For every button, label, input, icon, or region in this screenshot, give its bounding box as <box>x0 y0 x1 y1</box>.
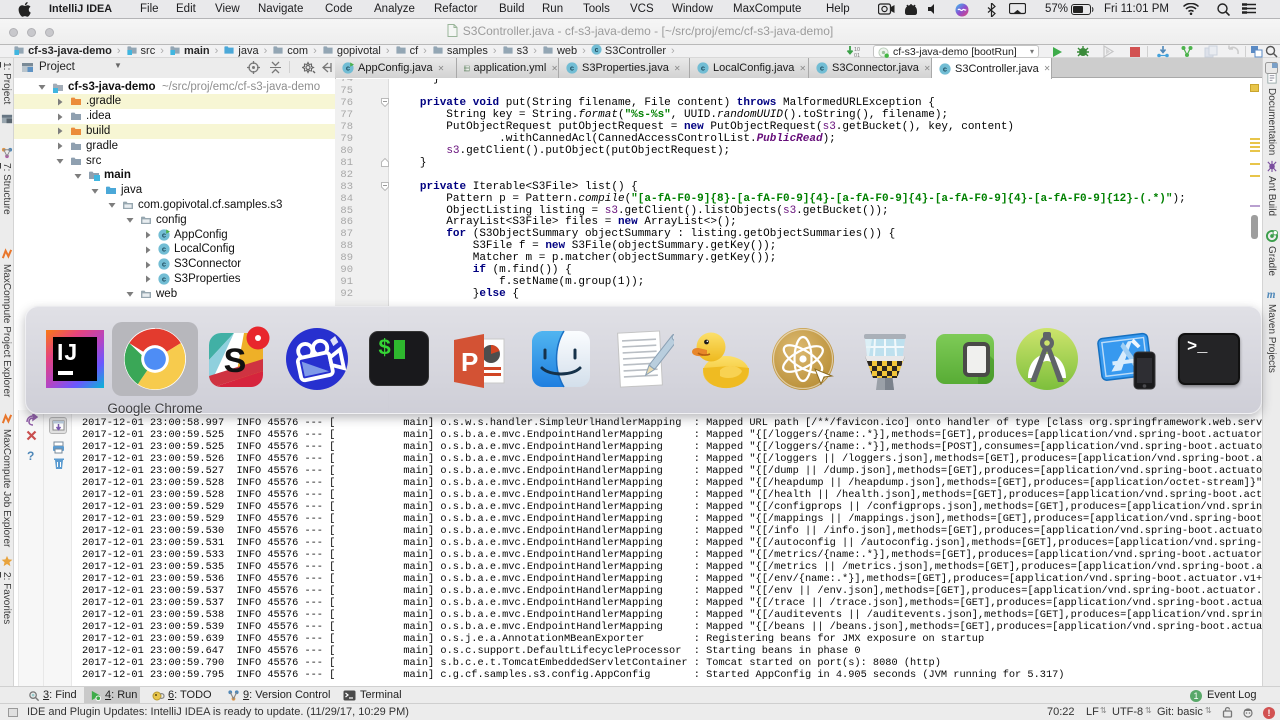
svg-text:c: c <box>162 231 166 240</box>
svg-text:c: c <box>162 260 166 269</box>
svg-text:P: P <box>461 347 478 377</box>
svg-text:c: c <box>162 275 166 284</box>
svg-text:c: c <box>570 64 574 73</box>
svg-text:c: c <box>346 64 350 73</box>
svg-text:c: c <box>701 64 705 73</box>
svg-text:c: c <box>162 245 166 254</box>
svg-text:c: c <box>820 64 824 73</box>
svg-text:S: S <box>224 342 247 380</box>
svg-text:c: c <box>943 64 947 73</box>
svg-text:c: c <box>594 47 598 54</box>
svg-text:m: m <box>1267 289 1276 300</box>
